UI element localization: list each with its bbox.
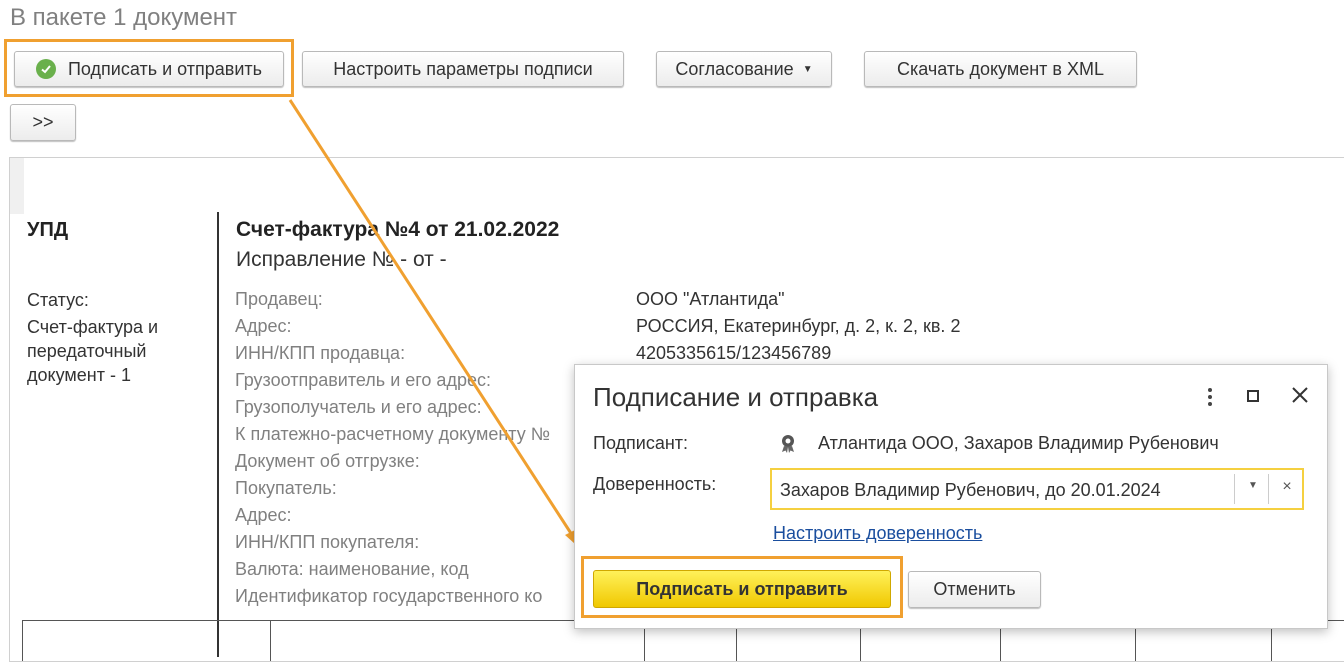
dialog-title: Подписание и отправка	[593, 382, 879, 412]
clear-icon[interactable]: ×	[1277, 478, 1297, 496]
signer-label: Подписант:	[593, 433, 689, 453]
certificate-icon	[779, 433, 797, 458]
poa-value: Захаров Владимир Рубенович, до 20.01.202…	[780, 480, 1161, 500]
close-icon[interactable]	[1291, 386, 1309, 409]
configure-poa-link[interactable]: Настроить доверенность	[773, 523, 982, 544]
sign-send-dialog: Подписание и отправка Подписант: Атланти…	[574, 364, 1328, 629]
poa-input[interactable]: Захаров Владимир Рубенович, до 20.01.202…	[770, 468, 1304, 510]
dropdown-arrow-icon[interactable]: ▼	[1243, 480, 1263, 491]
cancel-label: Отменить	[933, 579, 1016, 599]
highlight-frame-dialog	[581, 556, 903, 618]
more-options-icon[interactable]	[1207, 387, 1213, 412]
poa-label: Доверенность:	[593, 474, 717, 494]
cancel-button[interactable]: Отменить	[908, 571, 1041, 608]
input-separator	[1268, 474, 1269, 504]
signer-value: Атлантида ООО, Захаров Владимир Рубенови…	[818, 433, 1219, 453]
maximize-icon[interactable]	[1247, 390, 1259, 402]
input-separator	[1234, 474, 1235, 504]
